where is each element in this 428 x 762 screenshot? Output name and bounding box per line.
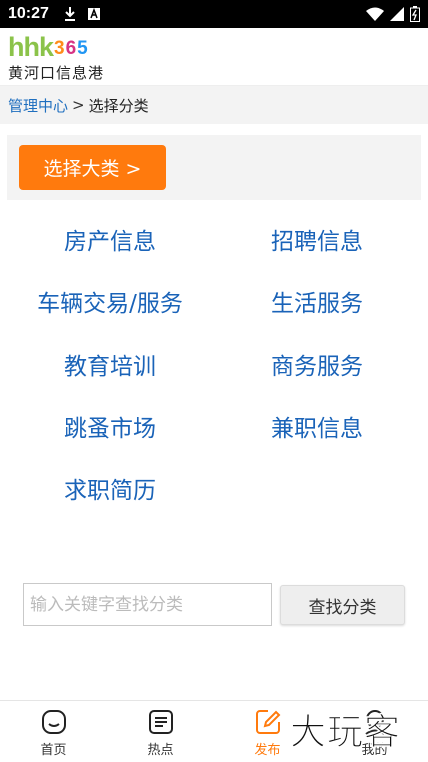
signal-icon xyxy=(390,7,404,21)
wifi-icon xyxy=(366,7,384,21)
logo-subtitle: 黄河口信息港 xyxy=(8,64,105,82)
logo-digit: 6 xyxy=(65,38,77,59)
site-logo[interactable]: hhk 3 6 5 黄河口信息港 xyxy=(8,34,128,84)
edit-icon xyxy=(255,710,280,734)
breadcrumb-current: 选择分类 xyxy=(88,96,149,115)
category-resume[interactable]: 求职简历 xyxy=(10,473,210,509)
nav-hot[interactable]: 热点 xyxy=(107,701,214,762)
category-vehicles[interactable]: 车辆交易/服务 xyxy=(10,286,210,322)
nav-label-home: 首页 xyxy=(40,743,67,758)
app-header: hhk 3 6 5 黄河口信息港 xyxy=(0,28,428,86)
category-education[interactable]: 教育培训 xyxy=(10,349,210,385)
status-bar: 10:27 xyxy=(0,0,428,28)
nav-label-publish: 发布 xyxy=(254,743,281,758)
nav-label-hot: 热点 xyxy=(147,743,174,758)
status-time: 10:27 xyxy=(8,5,49,22)
category-real-estate[interactable]: 房产信息 xyxy=(10,224,210,260)
breadcrumb-link-management[interactable]: 管理中心 xyxy=(8,95,68,116)
news-icon xyxy=(148,710,173,734)
category-life-services[interactable]: 生活服务 xyxy=(217,286,417,322)
category-search-input[interactable] xyxy=(23,583,272,626)
category-recruitment[interactable]: 招聘信息 xyxy=(217,224,417,260)
logo-letters: hhk xyxy=(8,32,54,62)
nav-label-profile: 我的 xyxy=(361,743,388,758)
category-part-time[interactable]: 兼职信息 xyxy=(217,411,417,447)
battery-icon xyxy=(410,6,420,22)
select-main-category-button[interactable]: 选择大类 > xyxy=(19,145,166,190)
category-business-services[interactable]: 商务服务 xyxy=(217,349,417,385)
nav-publish[interactable]: 发布 xyxy=(214,701,321,762)
logo-mark: hhk 3 6 5 xyxy=(8,32,128,62)
app-notification-icon xyxy=(87,7,100,20)
breadcrumb-separator: > xyxy=(72,96,85,114)
category-flea-market[interactable]: 跳蚤市场 xyxy=(10,411,210,447)
home-icon xyxy=(41,710,66,734)
logo-digit: 3 xyxy=(54,38,65,59)
logo-digit: 5 xyxy=(77,38,88,59)
search-category-button[interactable]: 查找分类 xyxy=(280,585,405,625)
nav-profile[interactable]: 我的 xyxy=(321,701,428,762)
breadcrumb: 管理中心 > 选择分类 xyxy=(0,86,428,124)
download-icon xyxy=(64,7,75,21)
nav-home[interactable]: 首页 xyxy=(0,701,107,762)
profile-icon xyxy=(364,710,385,735)
bottom-nav: 首页 热点 发布 我的 xyxy=(0,700,428,762)
select-category-panel: 选择大类 > xyxy=(7,135,421,200)
